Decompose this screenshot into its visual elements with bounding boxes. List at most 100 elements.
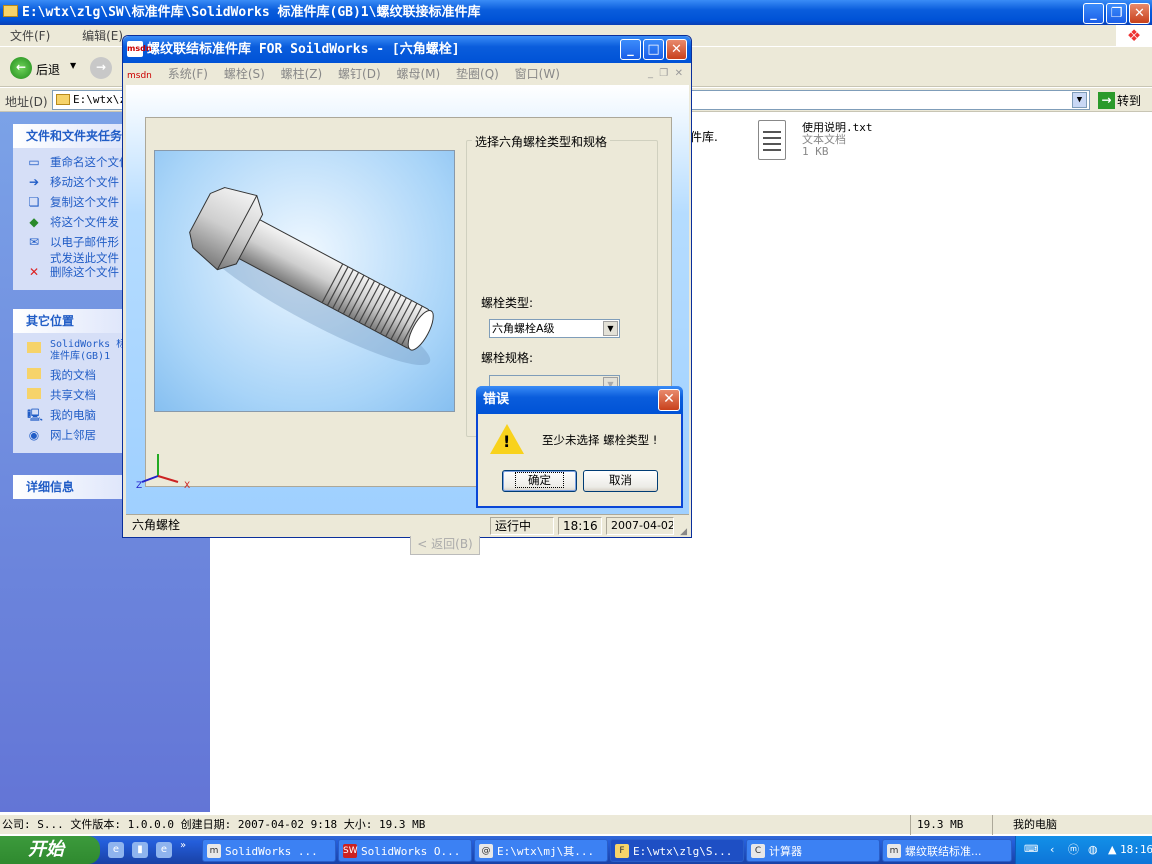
dialog-close-button[interactable]: ✕ [658, 389, 680, 411]
status-time: 18:16 [558, 517, 602, 535]
back-arrow-icon[interactable]: ← [10, 57, 32, 79]
task-calculator[interactable]: C 计算器 [746, 839, 880, 862]
computer-icon: 🖳 [27, 408, 44, 422]
error-dialog: 错误 ✕ ! 至少未选择 螺栓类型 ! 确定 取消 [476, 386, 683, 508]
forward-arrow-icon[interactable]: → [90, 57, 112, 79]
address-value: E:\wtx\z [73, 93, 126, 106]
partial-file-label[interactable]: 件库. [690, 128, 718, 145]
task-explorer-mj[interactable]: @ E:\wtx\mj\其... [474, 839, 608, 862]
place-label: 我的电脑 [50, 408, 96, 422]
menu-screw[interactable]: 螺钉(D) [338, 67, 381, 81]
menu-nut[interactable]: 螺母(M) [396, 67, 440, 81]
folder-icon [27, 342, 41, 353]
task-label: 重命名这个文件 [50, 155, 131, 169]
resize-grip-icon[interactable]: ◢ [680, 521, 687, 543]
status-location: 我的电脑 [992, 815, 1152, 835]
windows-logo-icon: ❖ [1116, 25, 1152, 47]
start-button[interactable]: 开始 [0, 836, 100, 864]
task-app[interactable]: m 螺纹联结标准... [882, 839, 1012, 862]
bolt-image [154, 150, 455, 412]
msdn-icon: m [887, 844, 901, 858]
menu-bolt[interactable]: 螺栓(S) [224, 67, 265, 81]
back-button-label[interactable]: 后退 [36, 61, 60, 78]
quicklaunch-icon[interactable]: ▮ [132, 842, 148, 858]
minimize-button[interactable]: _ [1083, 3, 1104, 24]
menu-system[interactable]: 系统(F) [168, 67, 208, 81]
tray-app-icon[interactable]: ⓜ [1068, 836, 1079, 864]
keyboard-icon[interactable]: ⌨ [1024, 836, 1038, 864]
text-file-icon[interactable] [758, 120, 786, 160]
app-minimize-button[interactable]: _ [620, 39, 641, 60]
app-close-button[interactable]: ✕ [666, 39, 687, 60]
publish-icon: ◆ [29, 215, 39, 229]
task-email[interactable]: ✉ 以电子邮件形式发送此文件 [23, 234, 123, 264]
app-maximize-button[interactable]: □ [643, 39, 664, 60]
menu-stud[interactable]: 螺柱(Z) [281, 67, 323, 81]
status-part: 六角螺栓 [132, 518, 181, 532]
bolt-spec-label: 螺栓规格: [481, 351, 534, 365]
bolt-type-value: 六角螺栓A级 [492, 322, 555, 335]
task-label: 螺纹联结标准... [905, 845, 982, 858]
folder-icon: F [615, 844, 629, 858]
task-label: 计算器 [769, 845, 802, 858]
folder-icon [56, 94, 70, 105]
ie-icon[interactable]: e [108, 842, 124, 858]
email-icon: ✉ [28, 235, 40, 249]
move-icon: ➔ [28, 175, 40, 189]
solidworks-icon: m [207, 844, 221, 858]
place-label: SolidWorks 标准件库(GB)1 [50, 339, 127, 362]
axis-triad-icon: Z X [136, 454, 190, 490]
taskbar: 开始 e ▮ e » m SolidWorks ... SW SolidWorks … [0, 836, 1152, 864]
explorer-status-bar: 公司: S... 文件版本: 1.0.0.0 创建日期: 2007-04-02 … [0, 814, 1152, 835]
menu-file[interactable]: 文件(F) [10, 29, 50, 43]
task-solidworks[interactable]: m SolidWorks ... [202, 839, 336, 862]
app-status-bar: 六角螺栓 运行中 18:16 2007-04-02 ◢ [126, 514, 689, 537]
task-explorer-zlg[interactable]: F E:\wtx\zlg\S... [610, 839, 744, 862]
copy-icon: ❏ [28, 195, 40, 209]
back-button[interactable]: < 返回(B) [410, 533, 480, 555]
dialog-message: 至少未选择 螺栓类型 ! [542, 433, 658, 447]
cancel-button[interactable]: 取消 [583, 470, 658, 492]
goto-button[interactable]: → 转到 [1096, 92, 1152, 110]
ok-button[interactable]: 确定 [502, 470, 577, 492]
browser-icon[interactable]: e [156, 842, 172, 858]
chevron-down-icon[interactable]: ▼ [603, 321, 618, 336]
tray-expand-icon[interactable]: ‹ [1050, 836, 1054, 864]
address-dropdown-icon[interactable]: ▼ [1072, 92, 1087, 108]
app-title-bar: msdn 螺纹联结标准件库 FOR SoildWorks - [六角螺栓] _ … [123, 36, 691, 63]
dialog-title-bar: 错误 ✕ [476, 386, 683, 414]
task-label: E:\wtx\zlg\S... [633, 845, 733, 858]
address-label: 地址(D) [5, 95, 48, 109]
bolt-type-select[interactable]: 六角螺栓A级 ▼ [489, 319, 620, 338]
tray-solidworks-icon[interactable]: ◍ [1088, 836, 1098, 864]
goto-label: 转到 [1117, 94, 1142, 108]
menu-window[interactable]: 窗口(W) [515, 67, 560, 81]
status-details: 公司: S... 文件版本: 1.0.0.0 创建日期: 2007-04-02 … [2, 818, 426, 831]
volume-icon[interactable]: ▲ [1108, 836, 1116, 864]
task-label: 将这个文件发 [50, 215, 119, 229]
place-label: 共享文档 [50, 388, 96, 402]
restore-button[interactable]: ❐ [1106, 3, 1127, 24]
task-label: 移动这个文件 [50, 175, 119, 189]
delete-icon: ✕ [28, 265, 40, 279]
app-title: 螺纹联结标准件库 FOR SoildWorks - [六角螺栓] [147, 42, 460, 57]
mdi-controls[interactable]: _ ❐ ✕ [648, 63, 683, 85]
back-dropdown-icon[interactable]: ▼ [70, 61, 76, 70]
task-label: SolidWorks ... [225, 845, 318, 858]
menu-washer[interactable]: 垫圈(Q) [456, 67, 499, 81]
place-solidworks[interactable]: SolidWorks 标准件库(GB)1 [23, 339, 127, 367]
rename-icon: ▭ [28, 155, 40, 169]
msdn-icon: msdn [127, 41, 152, 57]
file-item[interactable]: 使用说明.txt 文本文档 1 KB [802, 122, 873, 158]
menu-edit[interactable]: 编辑(E) [82, 29, 123, 43]
group-title: 选择六角螺栓类型和规格 [472, 133, 611, 150]
axis-x-label: X [184, 481, 190, 490]
task-solidworks-o[interactable]: SW SolidWorks O... [338, 839, 472, 862]
search-icon: @ [479, 844, 493, 858]
task-label: SolidWorks O... [361, 845, 461, 858]
chevron-icon[interactable]: » [180, 840, 186, 851]
close-button[interactable]: ✕ [1129, 3, 1150, 24]
bolt-type-label: 螺栓类型: [481, 296, 534, 310]
network-icon: ◉ [28, 428, 40, 442]
status-size: 19.3 MB [910, 815, 992, 835]
